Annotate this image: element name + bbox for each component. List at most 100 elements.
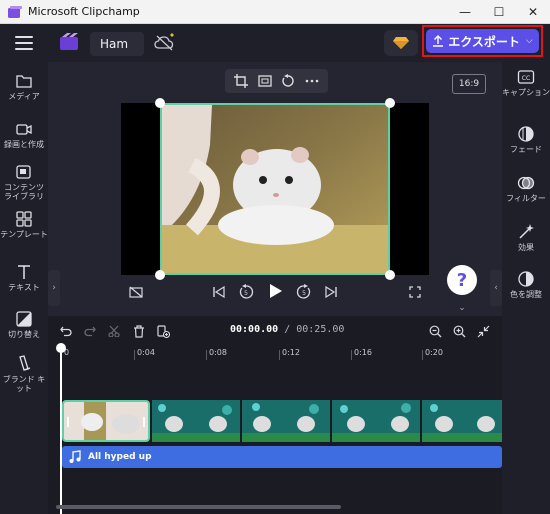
text-icon [18,265,30,279]
more-options-icon[interactable] [304,73,320,89]
sidebar-item-label: メディア [8,92,40,101]
timeline-scrollbar[interactable] [48,504,502,510]
timeline-ruler[interactable]: 0 0:04 0:08 0:12 0:16 0:20 [48,348,502,362]
cloud-offline-icon[interactable] [153,32,177,52]
left-sidebar: メディア 録画と作成 コンテンツ ライブラリ テンプレート テキスト 切り替え … [0,62,48,514]
svg-text:5: 5 [302,290,306,297]
sidebar-item-captions[interactable]: CC キャプション [502,68,550,97]
folder-icon [16,75,32,88]
expand-left-panel-icon[interactable]: › [48,270,60,306]
menu-icon[interactable] [15,36,33,50]
premium-button[interactable] [384,30,418,56]
video-track [62,400,502,442]
sidebar-item-record[interactable]: 録画と作成 [0,120,48,149]
rewind-5s-icon[interactable]: 5 [237,283,255,301]
sidebar-item-media[interactable]: メディア [0,72,48,101]
timeline-panel: 00:00.00 / 00:25.00 0 0:04 0:08 0:12 0:1… [48,316,502,514]
trim-handle-right[interactable] [143,417,145,427]
aspect-ratio-button[interactable]: 16:9 [452,74,486,94]
sidebar-item-brand-kit[interactable]: ブランド キット [0,355,48,393]
video-clip-thumbnail[interactable] [422,400,502,442]
audio-clip[interactable]: All hyped up [62,446,502,468]
add-media-icon[interactable] [155,323,171,339]
sidebar-item-transitions[interactable]: 切り替え [0,310,48,339]
skip-back-icon[interactable] [211,284,227,300]
export-label: エクスポート [448,34,520,49]
maximize-button[interactable]: ☐ [482,0,516,24]
fade-icon [518,126,534,142]
scrollbar-thumb[interactable] [56,505,341,509]
redo-icon[interactable] [82,323,98,339]
sidebar-item-effects[interactable]: 効果 [502,223,550,252]
ruler-tick [279,350,280,360]
sidebar-item-label: 効果 [518,243,534,252]
project-name-field[interactable]: Ham [90,32,144,56]
export-button[interactable]: エクスポート ⌵ [426,29,539,53]
help-button[interactable]: ? [447,265,477,295]
resize-handle-top-left[interactable] [155,98,165,108]
ruler-label: 0:08 [209,348,227,357]
clipchamp-logo-icon [8,5,22,18]
zoom-out-icon[interactable] [427,323,443,339]
video-preview-image[interactable] [160,103,390,275]
play-icon[interactable] [267,282,285,300]
ruler-tick [134,350,135,360]
trim-handle-left[interactable] [67,417,69,427]
fit-timeline-icon[interactable] [475,323,491,339]
resize-handle-bottom-left[interactable] [155,270,165,280]
delete-icon[interactable] [131,323,147,339]
crop-toolbar [225,69,328,93]
sidebar-item-label: キャプション [502,88,550,97]
svg-text:CC: CC [522,75,530,82]
sidebar-item-label: ブランド キット [2,375,46,393]
fullscreen-icon[interactable] [407,284,423,300]
sidebar-item-label: テンプレート [0,230,48,239]
ruler-label: 0:16 [354,348,372,357]
timeline-toolbar: 00:00.00 / 00:25.00 [48,316,502,346]
app-header: Ham エクスポート ⌵ [0,24,550,62]
sidebar-item-content-library[interactable]: コンテンツ ライブラリ [0,163,48,201]
fit-icon[interactable] [257,73,273,89]
expand-right-panel-icon[interactable]: ‹ [490,270,502,306]
split-icon[interactable] [106,323,122,339]
sidebar-item-filters[interactable]: フィルター [502,174,550,203]
ruler-label: 0:20 [425,348,443,357]
resize-handle-bottom-right[interactable] [385,270,395,280]
sidebar-item-text[interactable]: テキスト [0,263,48,292]
timecode: 00:00.00 / 00:25.00 [230,324,345,335]
brand-kit-icon [19,355,31,371]
crop-icon[interactable] [233,73,249,89]
video-clip-selected[interactable] [62,400,150,442]
sidebar-item-adjust-color[interactable]: 色を調整 [502,270,550,299]
sidebar-item-label: フィルター [506,194,546,203]
undo-icon[interactable] [58,323,74,339]
hide-preview-icon[interactable] [128,284,144,300]
sidebar-item-templates[interactable]: テンプレート [0,210,48,239]
minimize-button[interactable]: — [448,0,482,24]
skip-forward-icon[interactable] [323,284,339,300]
total-duration: 00:25.00 [296,324,345,335]
sidebar-item-label: 切り替え [8,330,40,339]
video-clip-thumbnail[interactable] [152,400,240,442]
playhead[interactable] [60,350,62,514]
sidebar-item-fade[interactable]: フェード [502,125,550,154]
zoom-in-icon[interactable] [451,323,467,339]
collapse-timeline-icon[interactable]: ⌄ [452,302,472,314]
video-clip-thumbnail[interactable] [242,400,330,442]
window-title: Microsoft Clipchamp [28,5,140,18]
chevron-down-icon: ⌵ [525,36,533,46]
resize-handle-top-right[interactable] [385,98,395,108]
sidebar-item-label: 色を調整 [510,290,542,299]
upload-icon [433,35,444,47]
project-thumbnail-icon [60,33,78,50]
close-button[interactable]: ✕ [516,0,550,24]
sidebar-item-label: フェード [510,145,542,154]
forward-5s-icon[interactable]: 5 [295,283,313,301]
ruler-label: 0:04 [137,348,155,357]
content-library-icon [16,165,31,179]
rotate-icon[interactable] [280,73,296,89]
video-preview-panel: 16:9 5 5 ? › ‹ ⌄ [48,62,502,316]
filters-icon [517,176,535,190]
video-clip-thumbnail[interactable] [332,400,420,442]
templates-icon [16,211,32,227]
